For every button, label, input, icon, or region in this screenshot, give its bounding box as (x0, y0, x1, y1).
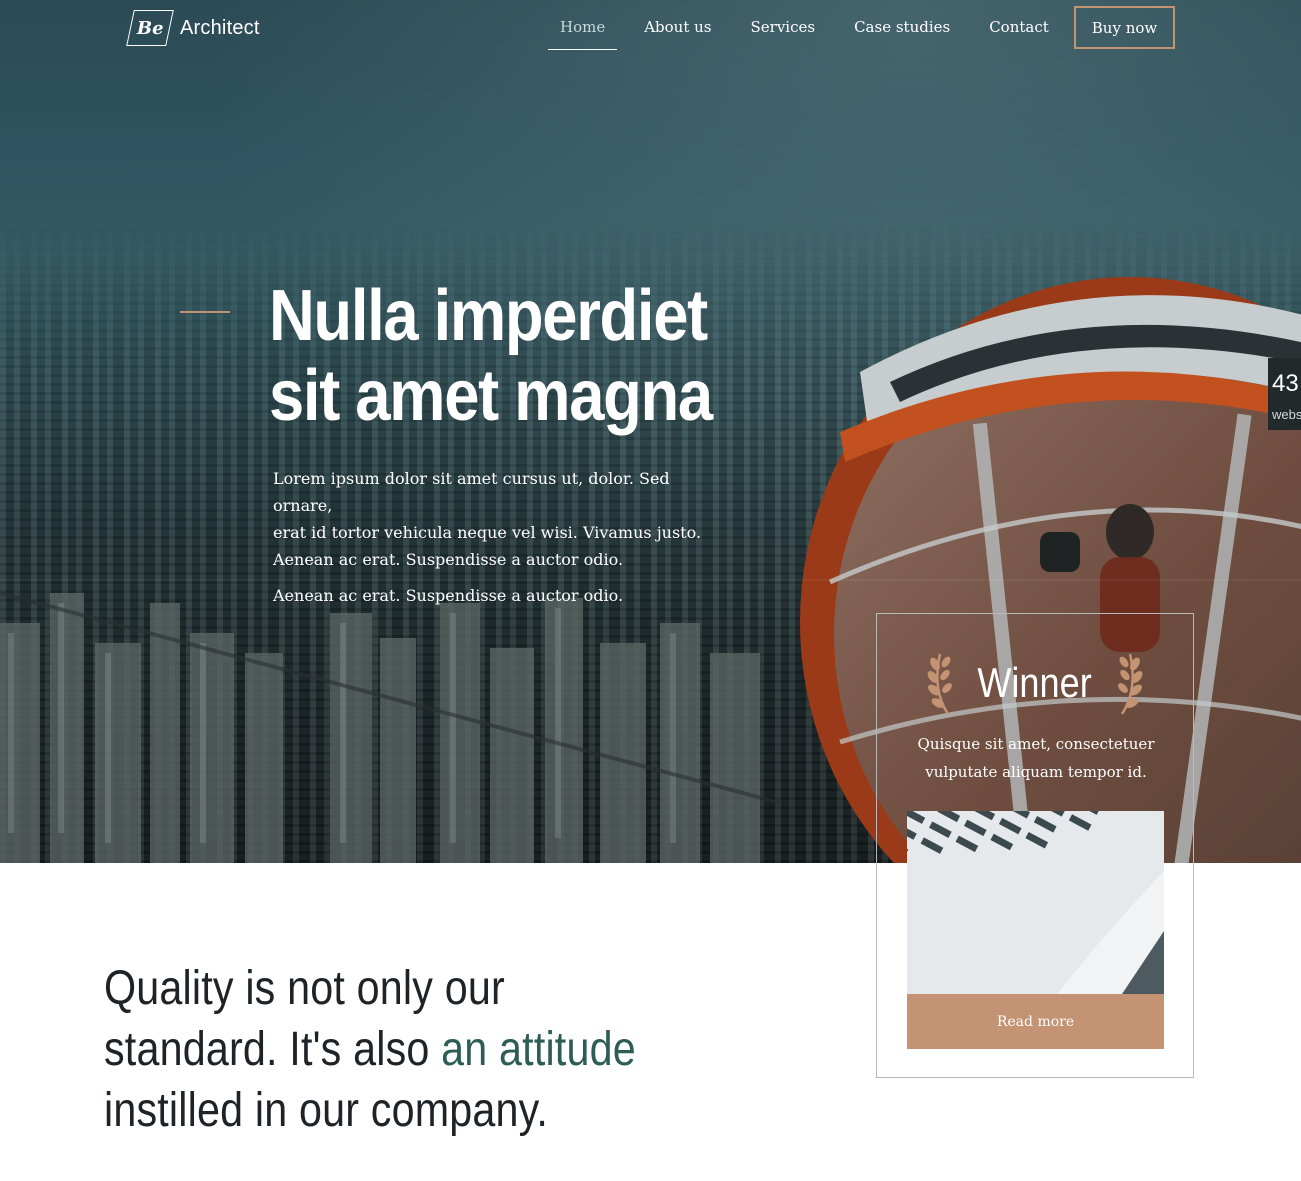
hero-lead: Lorem ipsum dolor sit amet cursus ut, do… (273, 465, 733, 573)
quality-line-text: standard. It's also (104, 1023, 442, 1076)
side-badge-label: webs (1272, 407, 1301, 422)
winner-description-line: Quisque sit amet, consectetuer (917, 735, 1155, 753)
main-nav: Home About us Services Case studies Cont… (548, 0, 1076, 52)
laurel-icon (1117, 653, 1142, 715)
nav-home[interactable]: Home (548, 0, 618, 50)
hero-lead-line: Lorem ipsum dolor sit amet cursus ut, do… (273, 469, 670, 515)
quality-line: instilled in our company. (104, 1084, 549, 1137)
hero-lead-line: Aenean ac erat. Suspendisse a auctor odi… (273, 550, 624, 569)
winner-card: Winner Quisque sit amet, consectetuer vu… (876, 613, 1194, 1078)
quality-line: Quality is not only our (104, 962, 505, 1015)
quality-accent-text: an attitude (441, 1023, 636, 1076)
winner-description: Quisque sit amet, consectetuer vulputate… (897, 730, 1175, 786)
winner-title: Winner (977, 659, 1093, 706)
hero-title-line: Nulla imperdiet (269, 276, 708, 356)
buy-now-button[interactable]: Buy now (1074, 6, 1175, 49)
winner-description-line: vulputate aliquam tempor id. (925, 763, 1147, 781)
side-promo-badge[interactable]: 43 webs (1268, 358, 1301, 430)
laurel-icon (928, 653, 953, 715)
logo-mark: Be (126, 10, 174, 46)
brand-logo[interactable]: Be Architect (126, 9, 260, 47)
quality-heading: Quality is not only our standard. It's a… (104, 958, 637, 1141)
quality-line: standard. It's also an attitude (104, 1019, 637, 1080)
hero-lead-line: erat id tortor vehicula neque vel wisi. … (273, 523, 702, 542)
nav-contact[interactable]: Contact (977, 0, 1061, 49)
nav-services[interactable]: Services (739, 0, 828, 49)
nav-case-studies[interactable]: Case studies (842, 0, 962, 49)
hero-title: Nulla imperdiet sit amet magna (269, 276, 727, 436)
brand-name: Architect (180, 16, 260, 39)
side-badge-number: 43 (1272, 370, 1299, 397)
building-facade-image (907, 811, 1164, 994)
hero-lead-secondary: Aenean ac erat. Suspendisse a auctor odi… (273, 586, 624, 605)
read-more-button[interactable]: Read more (907, 994, 1164, 1049)
section-divider (0, 579, 1301, 581)
logo-mark-text: Be (136, 17, 164, 39)
hero-title-line: sit amet magna (269, 356, 713, 436)
nav-about-us[interactable]: About us (632, 0, 723, 49)
winner-heading: Winner (877, 648, 1193, 718)
title-accent-dash (180, 311, 230, 313)
